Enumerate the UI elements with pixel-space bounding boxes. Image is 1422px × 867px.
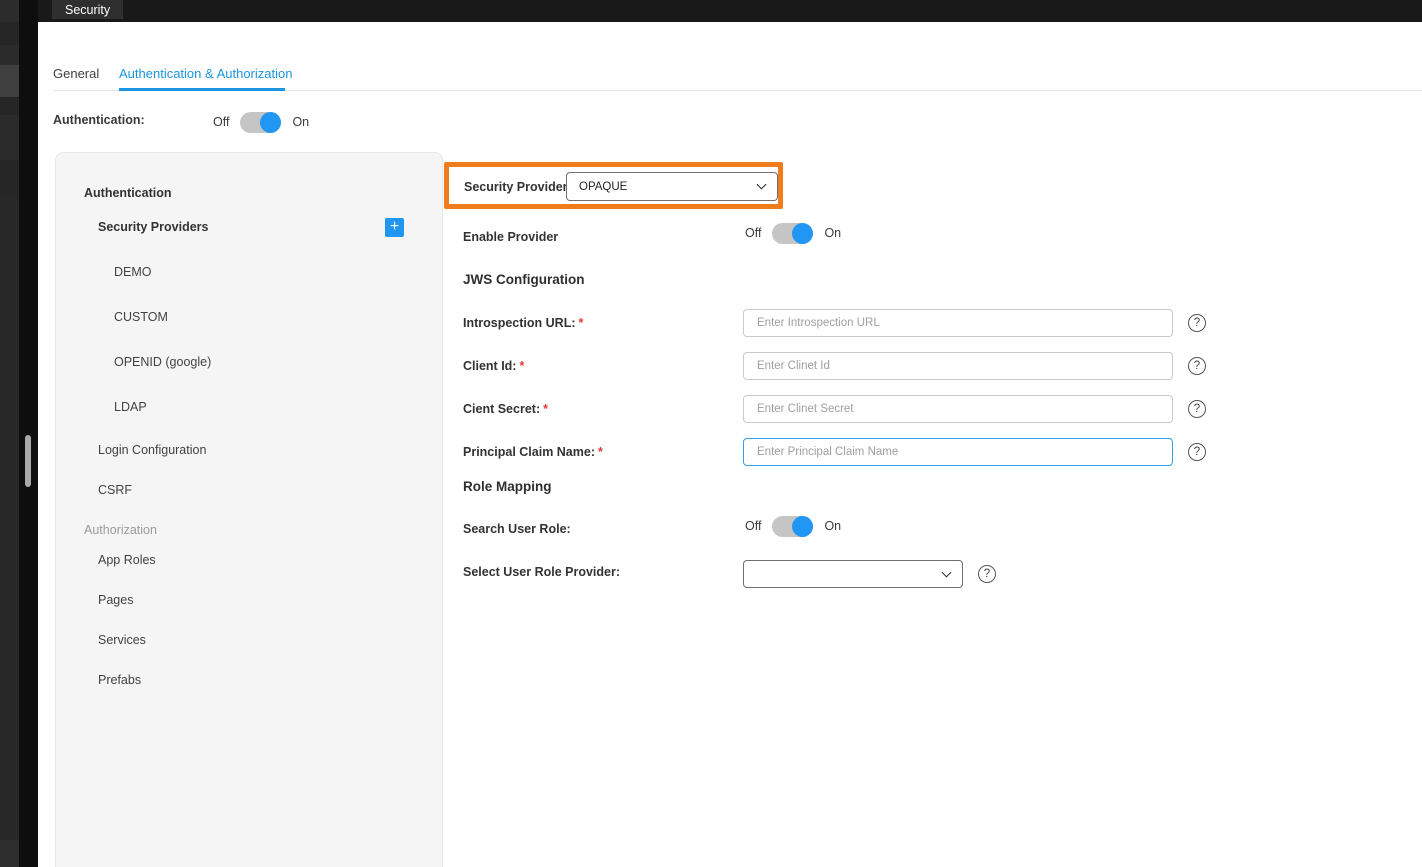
enable-provider-toggle[interactable] [772,223,813,244]
search-user-role-toggle[interactable] [772,516,813,537]
client-id-input[interactable] [743,352,1173,380]
sidebar-item-services[interactable]: Services [98,633,146,647]
toggle-off-label: Off [745,226,761,240]
jws-configuration-heading: JWS Configuration [463,272,585,287]
sidebar-item-security-providers[interactable]: Security Providers [98,220,208,234]
help-icon[interactable]: ? [1188,357,1206,375]
required-asterisk: * [579,316,584,330]
toggle-off-label: Off [213,115,229,129]
sidebar-item-custom[interactable]: CUSTOM [114,310,168,324]
chevron-down-icon [942,567,952,577]
toggle-on-label: On [292,115,309,129]
rail-segment [0,0,19,22]
add-provider-button[interactable]: + [385,218,404,237]
security-window-tab[interactable]: Security [52,0,123,19]
principal-claim-name-label: Principal Claim Name:* [463,445,603,459]
client-id-label: Client Id:* [463,359,524,373]
toggle-knob [260,112,281,133]
label-text: Cient Secret: [463,402,540,416]
sidebar-item-authorization[interactable]: Authorization [84,523,157,537]
rail-segment-active [0,65,19,97]
required-asterisk: * [519,359,524,373]
sidebar-item-openid-google[interactable]: OPENID (google) [114,355,211,369]
select-user-role-provider-label: Select User Role Provider: [463,565,620,579]
sidebar-item-csrf[interactable]: CSRF [98,483,132,497]
search-user-role-label: Search User Role: [463,522,571,536]
toggle-on-label: On [824,226,841,240]
sidebar-item-ldap[interactable]: LDAP [114,400,147,414]
scrollbar-thumb[interactable] [25,435,31,487]
enable-provider-toggle-cluster: Off On [745,222,841,244]
top-window-bar: Security [38,0,1422,22]
collapsed-panel-strip [19,0,38,867]
authentication-toggle[interactable] [240,112,281,133]
security-settings-page: Security General Authentication & Author… [0,0,1422,867]
authentication-toggle-label: Authentication: [53,113,145,127]
sidebar-item-prefabs[interactable]: Prefabs [98,673,141,687]
introspection-url-input[interactable] [743,309,1173,337]
required-asterisk: * [598,445,603,459]
label-text: Principal Claim Name: [463,445,595,459]
security-nav-panel: Authentication Security Providers + DEMO… [55,152,443,867]
sidebar-item-login-configuration[interactable]: Login Configuration [98,443,206,457]
chevron-down-icon [757,180,767,190]
toggle-on-label: On [824,519,841,533]
toggle-off-label: Off [745,519,761,533]
principal-claim-name-input[interactable] [743,438,1173,466]
collapsed-left-rail [0,0,19,867]
security-provider-selected-value: OPAQUE [579,181,758,193]
rail-segment [0,45,19,65]
help-icon[interactable]: ? [1188,400,1206,418]
sidebar-item-authentication[interactable]: Authentication [84,186,172,200]
tab-authentication-authorization[interactable]: Authentication & Authorization [119,66,292,81]
client-secret-label: Cient Secret:* [463,402,548,416]
label-text: Introspection URL: [463,316,576,330]
introspection-url-label: Introspection URL:* [463,316,583,330]
rail-segment [0,160,19,197]
help-icon[interactable]: ? [978,565,996,583]
rail-segment [0,97,19,115]
toggle-knob [792,516,813,537]
sidebar-item-app-roles[interactable]: App Roles [98,553,156,567]
help-icon[interactable]: ? [1188,443,1206,461]
security-provider-select[interactable]: OPAQUE [566,172,778,201]
help-icon[interactable]: ? [1188,314,1206,332]
active-tab-underline [119,88,285,91]
user-role-provider-select[interactable] [743,560,963,588]
authentication-toggle-cluster: Off On [213,111,309,133]
label-text: Client Id: [463,359,516,373]
tab-general[interactable]: General [53,66,99,81]
security-provider-label: Security Provider [464,180,568,194]
rail-segment [0,115,19,160]
sidebar-item-demo[interactable]: DEMO [114,265,152,279]
sidebar-item-pages[interactable]: Pages [98,593,133,607]
role-mapping-heading: Role Mapping [463,479,552,494]
search-user-role-toggle-cluster: Off On [745,515,841,537]
enable-provider-label: Enable Provider [463,230,558,244]
required-asterisk: * [543,402,548,416]
toggle-knob [792,223,813,244]
client-secret-input[interactable] [743,395,1173,423]
rail-segment [0,840,19,867]
rail-segment [0,22,19,45]
